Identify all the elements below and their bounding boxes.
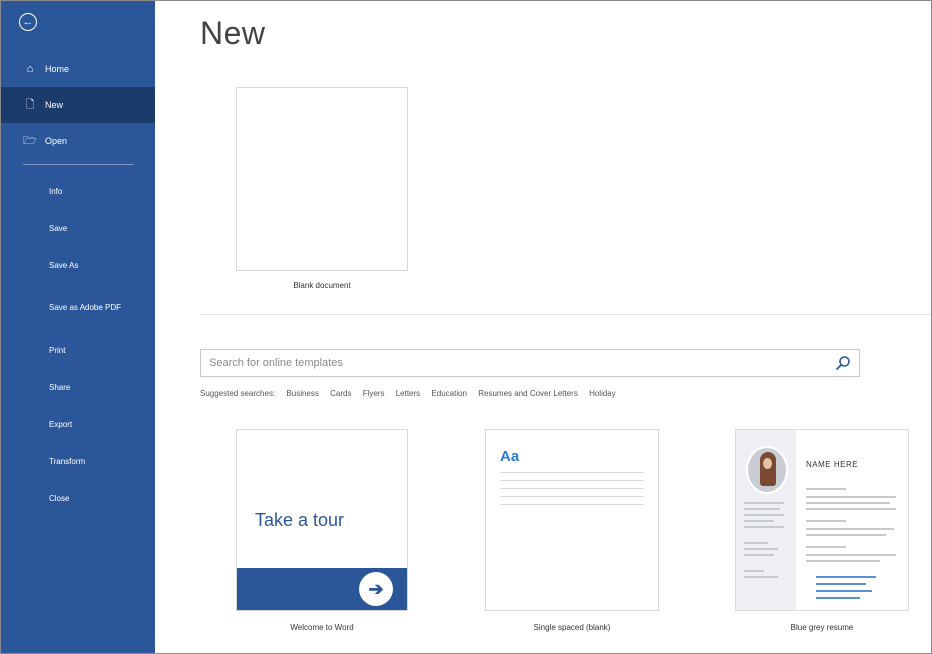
blank-document-label[interactable]: Blank document (236, 281, 408, 290)
resume-line (744, 514, 784, 516)
take-a-tour-text: Take a tour (255, 510, 345, 530)
resume-line (744, 554, 774, 556)
sidebar-item-label: Home (45, 64, 70, 74)
sidebar-item-save-as-adobe-pdf[interactable]: Save as Adobe PDF (1, 284, 155, 332)
sidebar-item-label: New (45, 100, 64, 110)
resume-line (744, 508, 780, 510)
resume-line (806, 534, 886, 536)
template-single-spaced[interactable]: Aa (485, 429, 659, 611)
placeholder-line (500, 488, 644, 489)
sidebar-item-share[interactable]: Share (1, 369, 155, 406)
suggested-searches-label: Suggested searches: (200, 389, 276, 398)
resume-line (806, 560, 880, 562)
portrait-face (763, 458, 772, 469)
suggested-searches: Suggested searches: Business Cards Flyer… (200, 389, 625, 398)
sidebar-item-close[interactable]: Close (1, 480, 155, 517)
resume-line (806, 520, 846, 522)
resume-line (806, 554, 896, 556)
sidebar-item-export[interactable]: Export (1, 406, 155, 443)
template-label[interactable]: Single spaced (blank) (485, 623, 659, 632)
placeholder-line (500, 496, 644, 497)
sidebar-top-nav: ⌂ Home 🗋 New 🗁 Open (1, 51, 155, 159)
home-icon: ⌂ (26, 63, 34, 75)
resume-line (744, 520, 774, 522)
suggested-search-business[interactable]: Business (286, 389, 318, 398)
folder-open-icon: 🗁 (23, 134, 37, 147)
sidebar-divider (23, 164, 133, 165)
sidebar-item-new[interactable]: 🗋 New (1, 87, 155, 123)
sidebar-item-save[interactable]: Save (1, 210, 155, 247)
resume-line (816, 597, 860, 599)
suggested-search-resumes[interactable]: Resumes and Cover Letters (478, 389, 578, 398)
portrait-image (746, 446, 788, 494)
resume-name-heading: NAME HERE (806, 460, 859, 469)
arrow-right-icon: ➔ (359, 572, 393, 606)
aa-sample-text: Aa (500, 448, 520, 465)
resume-line (744, 570, 764, 572)
resume-line (806, 546, 846, 548)
suggested-search-holiday[interactable]: Holiday (589, 389, 616, 398)
new-doc-icon: 🗋 (25, 98, 35, 111)
suggested-search-letters[interactable]: Letters (396, 389, 420, 398)
resume-line (806, 528, 894, 530)
resume-line (744, 542, 768, 544)
sidebar-bottom-nav: Info Save Save As Save as Adobe PDF Prin… (1, 173, 155, 517)
placeholder-line (500, 504, 644, 505)
resume-line (744, 502, 784, 504)
suggested-search-education[interactable]: Education (431, 389, 467, 398)
resume-line (744, 526, 784, 528)
resume-line (816, 576, 876, 578)
new-document-pane: New Blank document Search for online tem… (155, 1, 931, 653)
sidebar-item-transform[interactable]: Transform (1, 443, 155, 480)
backstage-sidebar: ← ⌂ Home 🗋 New 🗁 Open Info Save Save As … (1, 1, 155, 653)
word-backstage-window: ← ⌂ Home 🗋 New 🗁 Open Info Save Save As … (0, 0, 932, 654)
template-label[interactable]: Welcome to Word (236, 623, 408, 632)
suggested-search-flyers[interactable]: Flyers (363, 389, 385, 398)
template-blue-grey-resume[interactable]: NAME HERE (735, 429, 909, 611)
resume-line (816, 590, 872, 592)
sidebar-item-label: Open (45, 136, 68, 146)
resume-line (806, 502, 890, 504)
suggested-search-cards[interactable]: Cards (330, 389, 351, 398)
sidebar-item-info[interactable]: Info (1, 173, 155, 210)
resume-line (744, 548, 778, 550)
section-divider (200, 314, 930, 315)
resume-line (816, 583, 866, 585)
back-arrow-icon[interactable]: ← (19, 13, 37, 31)
resume-line (744, 576, 778, 578)
placeholder-line (500, 480, 644, 481)
search-placeholder: Search for online templates (209, 357, 343, 369)
template-search-input[interactable]: Search for online templates (200, 349, 860, 377)
template-label[interactable]: Blue grey resume (735, 623, 909, 632)
search-icon[interactable] (835, 355, 851, 371)
sidebar-item-print[interactable]: Print (1, 332, 155, 369)
sidebar-item-open[interactable]: 🗁 Open (1, 123, 155, 159)
placeholder-line (500, 472, 644, 473)
resume-sidebar (736, 430, 796, 610)
resume-line (806, 496, 896, 498)
sidebar-item-home[interactable]: ⌂ Home (1, 51, 155, 87)
page-title: New (200, 15, 266, 51)
blank-document-thumbnail[interactable] (236, 87, 408, 271)
resume-line (806, 508, 896, 510)
template-welcome-to-word[interactable]: Take a tour ➔ (236, 429, 408, 611)
resume-line (806, 488, 846, 490)
sidebar-item-save-as[interactable]: Save As (1, 247, 155, 284)
